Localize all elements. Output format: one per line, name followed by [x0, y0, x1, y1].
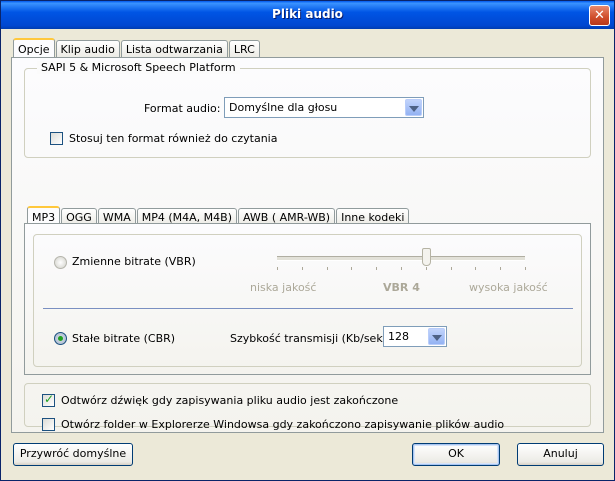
mp3-tab-panel: Zmienne bitrate (VBR) niska jakość VBR 4…: [24, 223, 591, 375]
cbr-radio[interactable]: [54, 332, 67, 345]
apply-format-checkbox[interactable]: [50, 132, 63, 145]
sapi-group-label: SAPI 5 & Microsoft Speech Platform: [37, 61, 240, 74]
chevron-down-icon[interactable]: [405, 99, 422, 116]
tab-lrc[interactable]: LRC: [228, 40, 260, 57]
bitrate-label: Szybkość transmisji (Kb/sek):: [230, 332, 391, 345]
slider-tick: [327, 267, 328, 270]
options-tab-panel: SAPI 5 & Microsoft Speech Platform Forma…: [11, 57, 604, 433]
tab-opcje[interactable]: Opcje: [13, 38, 55, 58]
tab-klip-audio[interactable]: Klip audio: [55, 40, 120, 57]
vbr-label: Zmienne bitrate (VBR): [72, 255, 196, 268]
chevron-down-icon[interactable]: [428, 328, 445, 345]
close-icon: ✕: [594, 8, 605, 23]
format-audio-value: Domyślne dla głosu: [229, 101, 338, 114]
mp3-group: [33, 234, 582, 367]
vbr-radio[interactable]: [54, 256, 67, 269]
slider-tick: [475, 267, 476, 270]
bitrate-select[interactable]: 128: [383, 326, 447, 347]
slider-max-label: wysoka jakość: [469, 281, 548, 294]
open-folder-label: Otwórz folder w Explorerze Windowsa gdy …: [61, 418, 505, 431]
close-button[interactable]: ✕: [589, 5, 610, 26]
slider-tick: [302, 267, 303, 270]
slider-tick: [451, 267, 452, 270]
mp3-separator: [43, 308, 573, 309]
slider-tick: [525, 267, 526, 270]
dialog-window: Pliki audio ✕ Opcje Klip audio Lista odt…: [0, 0, 615, 481]
open-folder-checkbox[interactable]: [42, 418, 55, 431]
tab-lista-odtwarzania[interactable]: Lista odtwarzania: [120, 40, 228, 57]
apply-format-label: Stosuj ten format również do czytania: [69, 132, 278, 145]
slider-tick: [401, 267, 402, 270]
cbr-label: Stałe bitrate (CBR): [72, 332, 176, 345]
ok-button[interactable]: OK: [412, 443, 500, 466]
slider-value-label: VBR 4: [383, 281, 420, 294]
slider-tick: [376, 267, 377, 270]
play-sound-checkbox[interactable]: [42, 392, 55, 407]
slider-min-label: niska jakość: [250, 281, 317, 294]
format-audio-select[interactable]: Domyślne dla głosu: [224, 97, 424, 118]
slider-tick: [277, 267, 278, 270]
title-bar[interactable]: Pliki audio ✕: [1, 1, 614, 29]
quality-slider-thumb[interactable]: [422, 248, 431, 266]
slider-tick: [426, 267, 427, 270]
codec-tab-strip: MP3 OGG WMA MP4 (M4A, M4B) AWB ( AMR-WB)…: [27, 205, 410, 226]
cancel-button[interactable]: Anuluj: [517, 443, 604, 466]
main-tab-strip: Opcje Klip audio Lista odtwarzania LRC: [13, 37, 261, 58]
bitrate-value: 128: [388, 330, 409, 343]
dialog-client: Opcje Klip audio Lista odtwarzania LRC S…: [4, 29, 611, 478]
restore-defaults-button[interactable]: Przywróć domyślne: [13, 443, 133, 466]
window-title: Pliki audio: [272, 7, 343, 21]
slider-tick: [351, 267, 352, 270]
slider-tick: [500, 267, 501, 270]
format-audio-label: Format audio:: [144, 102, 221, 115]
quality-slider-track[interactable]: [277, 256, 525, 261]
play-sound-label: Odtwórz dźwięk gdy zapisywania pliku aud…: [61, 394, 399, 407]
